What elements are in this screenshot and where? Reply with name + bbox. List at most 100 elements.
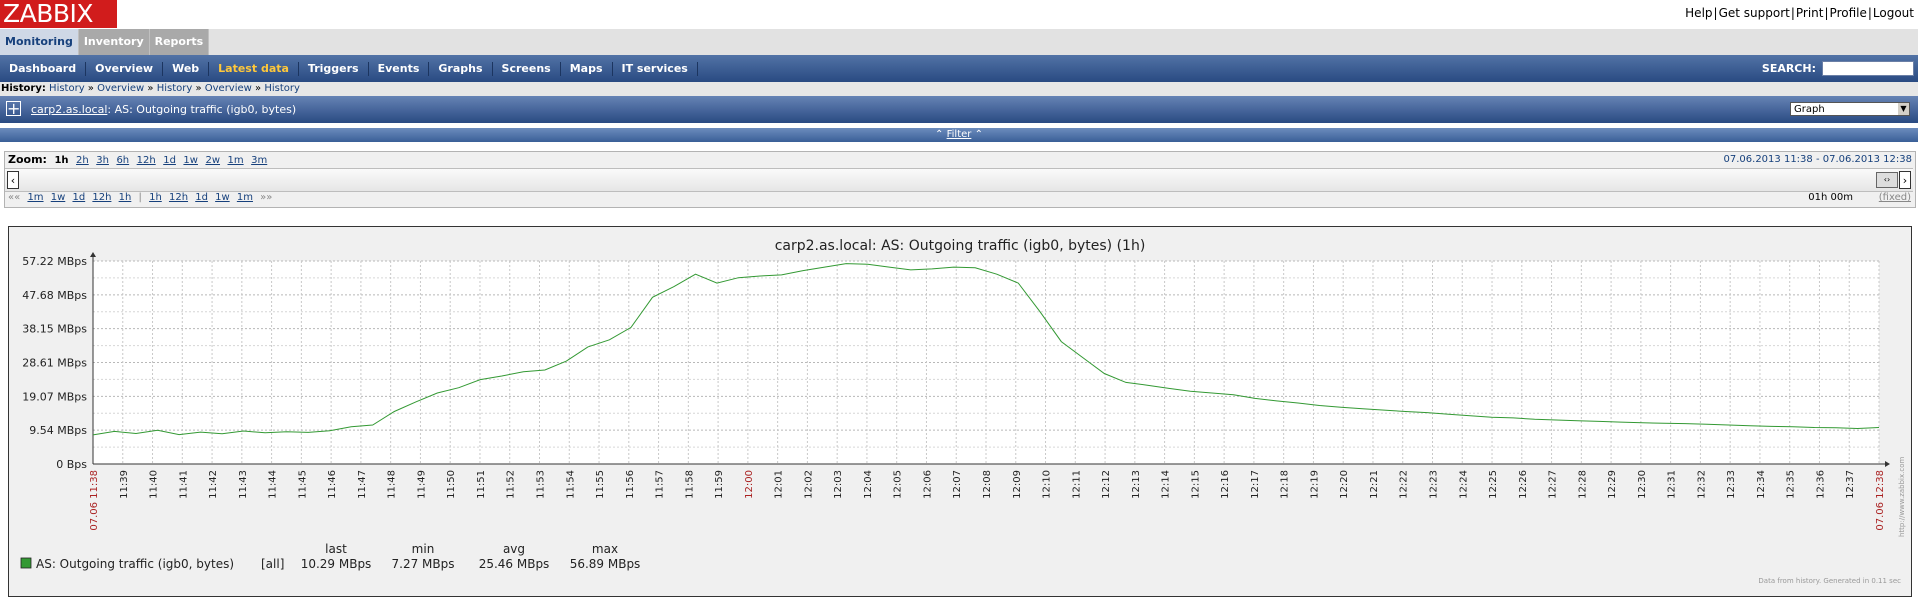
history-crumb[interactable]: History <box>264 83 300 94</box>
y-axis-ticks: 0 Bps 9.54 MBps 19.07 MBps 28.61 MBps 38.15 … <box>22 255 87 471</box>
nav-forward-1h[interactable]: 1h <box>149 192 162 203</box>
x-tick-label: 11:58 <box>684 470 695 499</box>
x-tick-label: 12:02 <box>803 470 814 499</box>
y-axis-arrow <box>90 252 96 257</box>
zoom-option-1w[interactable]: 1w <box>183 155 198 166</box>
zoom-option-2h[interactable]: 2h <box>76 155 89 166</box>
x-tick-label: 12:37 <box>1845 470 1856 499</box>
chevron-up-icon: ⌃ <box>974 129 983 140</box>
help-link[interactable]: Help <box>1685 6 1712 20</box>
scroll-right-button[interactable]: › <box>1899 171 1911 189</box>
x-tick-label: 11:54 <box>565 470 576 499</box>
x-tick-label: 12:29 <box>1607 470 1618 499</box>
zoom-option-2w[interactable]: 2w <box>205 155 220 166</box>
x-tick-label: 12:01 <box>774 470 785 499</box>
x-tick-label: 11:39 <box>119 470 130 499</box>
zoom-options: Zoom: 1h 2h 3h 6h 12h 1d 1w 2w 1m 3m <box>8 153 271 166</box>
zoom-option-12h[interactable]: 12h <box>137 155 156 166</box>
zoom-option-1h[interactable]: 1h <box>54 155 68 166</box>
x-tick-label: 12:08 <box>982 470 993 499</box>
nav-forward-12h[interactable]: 12h <box>169 192 188 203</box>
print-link[interactable]: Print <box>1796 6 1824 20</box>
x-tick-label: 11:42 <box>208 470 219 499</box>
x-tick-label: 12:24 <box>1458 470 1469 499</box>
nav-screens[interactable]: Screens <box>493 61 561 76</box>
x-axis-ticks: 07.06 11:38 11:39 11:40 11:41 11:42 11:43 11:4… <box>89 470 1886 531</box>
legend-min: 7.27 MBps <box>392 557 455 571</box>
nav-web[interactable]: Web <box>163 61 210 76</box>
x-tick-label: 11:45 <box>297 470 308 499</box>
zoom-option-3h[interactable]: 3h <box>96 155 109 166</box>
time-scrollbar[interactable]: ‹ ‹› › <box>5 168 1913 192</box>
zoom-option-3m[interactable]: 3m <box>251 155 267 166</box>
tab-reports[interactable]: Reports <box>149 29 210 55</box>
host-link[interactable]: carp2.as.local <box>31 103 107 116</box>
period-navigation: «« 1m 1w 1d 12h 1h | 1h 12h 1d 1w 1m »» <box>8 192 276 203</box>
x-tick-label: 11:49 <box>416 470 427 499</box>
legend-header-max: max <box>592 542 618 556</box>
nav-forward-1m[interactable]: 1m <box>237 192 253 203</box>
x-tick-label: 12:07 <box>952 470 963 499</box>
nav-overview[interactable]: Overview <box>86 61 164 76</box>
view-select-value: Graph <box>1794 104 1825 115</box>
filter-toggle[interactable]: ⌃ Filter ⌃ <box>0 128 1918 142</box>
zoom-panel: Zoom: 1h 2h 3h 6h 12h 1d 1w 2w 1m 3m 07.… <box>4 151 1916 208</box>
zabbix-watermark: http://www.zabbix.com <box>1898 457 1906 537</box>
view-select[interactable]: Graph ▼ <box>1790 102 1910 116</box>
nav-back-1d[interactable]: 1d <box>72 192 85 203</box>
traffic-graph[interactable]: carp2.as.local: AS: Outgoing traffic (ig… <box>9 227 1911 596</box>
nav-graphs[interactable]: Graphs <box>429 61 493 76</box>
x-tick-label: 12:31 <box>1667 470 1678 499</box>
nav-forward-1w[interactable]: 1w <box>215 192 230 203</box>
zoom-option-1m[interactable]: 1m <box>228 155 244 166</box>
nav-back-1h[interactable]: 1h <box>119 192 132 203</box>
zabbix-logo[interactable]: ZABBIX <box>0 0 117 28</box>
y-tick-label: 9.54 MBps <box>29 424 87 437</box>
profile-link[interactable]: Profile <box>1830 6 1867 20</box>
nav-back-all[interactable]: «« <box>8 192 20 203</box>
legend-header-avg: avg <box>503 542 525 556</box>
nav-triggers[interactable]: Triggers <box>299 61 369 76</box>
nav-back-12h[interactable]: 12h <box>92 192 111 203</box>
period-length: 01h 00m <box>1808 192 1853 203</box>
get-support-link[interactable]: Get support <box>1719 6 1790 20</box>
x-tick-label: 12:34 <box>1756 470 1767 499</box>
x-tick-label: 12:09 <box>1012 470 1023 499</box>
x-tick-label: 12:06 <box>922 470 933 499</box>
nav-forward-all[interactable]: »» <box>260 192 272 203</box>
search-input[interactable] <box>1822 61 1914 76</box>
nav-events[interactable]: Events <box>369 61 430 76</box>
history-crumb[interactable]: Overview <box>97 83 144 94</box>
history-crumb[interactable]: History <box>157 83 193 94</box>
x-tick-label: 11:46 <box>327 470 338 499</box>
history-crumb[interactable]: Overview <box>205 83 252 94</box>
tab-monitoring[interactable]: Monitoring <box>0 29 79 55</box>
x-tick-label: 12:13 <box>1131 470 1142 499</box>
nav-it-services[interactable]: IT services <box>613 61 698 76</box>
nav-latest-data[interactable]: Latest data <box>209 61 299 76</box>
add-to-favourites-button[interactable]: + <box>6 101 21 117</box>
zoom-option-1d[interactable]: 1d <box>163 155 176 166</box>
zoom-option-6h[interactable]: 6h <box>116 155 129 166</box>
nav-back-1m[interactable]: 1m <box>27 192 43 203</box>
logout-link[interactable]: Logout <box>1873 6 1914 20</box>
legend-header-min: min <box>412 542 435 556</box>
x-tick-label: 12:17 <box>1250 470 1261 499</box>
fixed-toggle[interactable]: (fixed) <box>1879 192 1911 203</box>
x-tick-label: 11:41 <box>178 470 189 499</box>
nav-maps[interactable]: Maps <box>561 61 613 76</box>
x-tick-label: 12:14 <box>1161 470 1172 499</box>
chevron-down-icon: ▼ <box>1898 103 1909 115</box>
nav-separator: | <box>138 192 142 203</box>
main-tabs-strip <box>0 29 1918 55</box>
nav-back-1w[interactable]: 1w <box>51 192 66 203</box>
x-tick-label: 12:23 <box>1429 470 1440 499</box>
scroll-left-button[interactable]: ‹ <box>7 171 19 189</box>
nav-forward-1d[interactable]: 1d <box>195 192 208 203</box>
nav-dashboard[interactable]: Dashboard <box>0 61 87 76</box>
x-tick-label: 11:48 <box>387 470 398 499</box>
tab-inventory[interactable]: Inventory <box>78 29 150 55</box>
scroll-thumb[interactable]: ‹› <box>1876 172 1898 188</box>
filter-label: Filter <box>946 129 972 140</box>
history-crumb[interactable]: History <box>49 83 85 94</box>
